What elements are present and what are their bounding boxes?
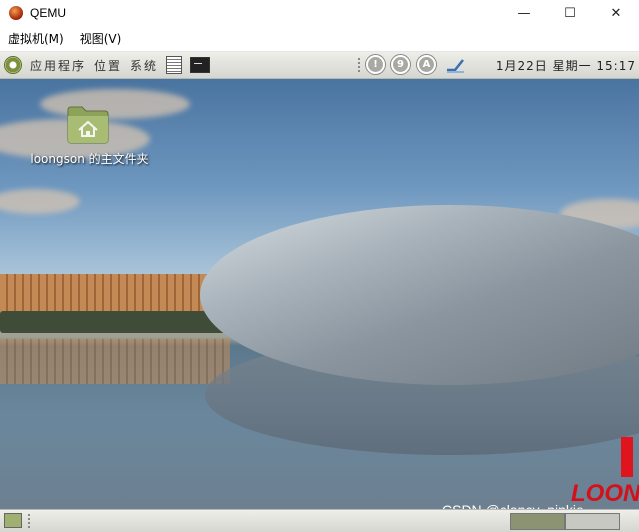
menu-applications[interactable]: 应用程序 — [30, 57, 86, 74]
maximize-button[interactable]: ☐ — [547, 0, 593, 26]
menu-machine[interactable]: 虚拟机(M) — [0, 30, 72, 47]
input-method-icon[interactable]: 9 — [391, 55, 410, 74]
network-icon[interactable] — [444, 57, 466, 73]
home-folder-icon[interactable] — [66, 104, 110, 144]
menu-system[interactable]: 系统 — [130, 57, 158, 74]
terminal-launcher-icon[interactable] — [190, 57, 211, 73]
menu-view[interactable]: 视图(V) — [72, 30, 130, 47]
panel-grip[interactable] — [358, 58, 360, 72]
workspace-2[interactable] — [565, 513, 620, 530]
guest-bottom-panel — [0, 509, 639, 532]
window-titlebar: QEMU — ☐ ✕ — [0, 0, 639, 26]
home-folder-label[interactable]: loongson 的主文件夹 — [22, 151, 157, 168]
qemu-app-icon — [9, 6, 23, 20]
text-editor-launcher-icon[interactable] — [166, 56, 183, 74]
panel-grip[interactable] — [28, 514, 30, 528]
menu-places[interactable]: 位置 — [94, 57, 122, 74]
close-button[interactable]: ✕ — [593, 0, 639, 26]
guest-top-panel: 应用程序 位置 系统 ! 9 A 1月22日 星期一 15:17 — [0, 52, 639, 79]
wallpaper-building-reflection — [0, 339, 230, 384]
wallpaper-cloud — [0, 189, 80, 214]
minimize-button[interactable]: — — [501, 0, 547, 26]
loongson-logo-mark — [621, 437, 633, 477]
update-notifier-icon[interactable]: ! — [366, 55, 385, 74]
show-desktop-icon[interactable] — [4, 513, 22, 528]
clock[interactable]: 1月22日 星期一 15:17 — [496, 57, 636, 74]
wallpaper-cloud — [40, 89, 190, 119]
keyboard-layout-icon[interactable]: A — [417, 55, 436, 74]
workspace-1[interactable] — [510, 513, 565, 530]
qemu-menubar: 虚拟机(M) 视图(V) — [0, 26, 639, 52]
window-title: QEMU — [30, 6, 66, 20]
distro-logo-icon[interactable] — [4, 56, 22, 74]
window-controls: — ☐ ✕ — [501, 0, 639, 26]
